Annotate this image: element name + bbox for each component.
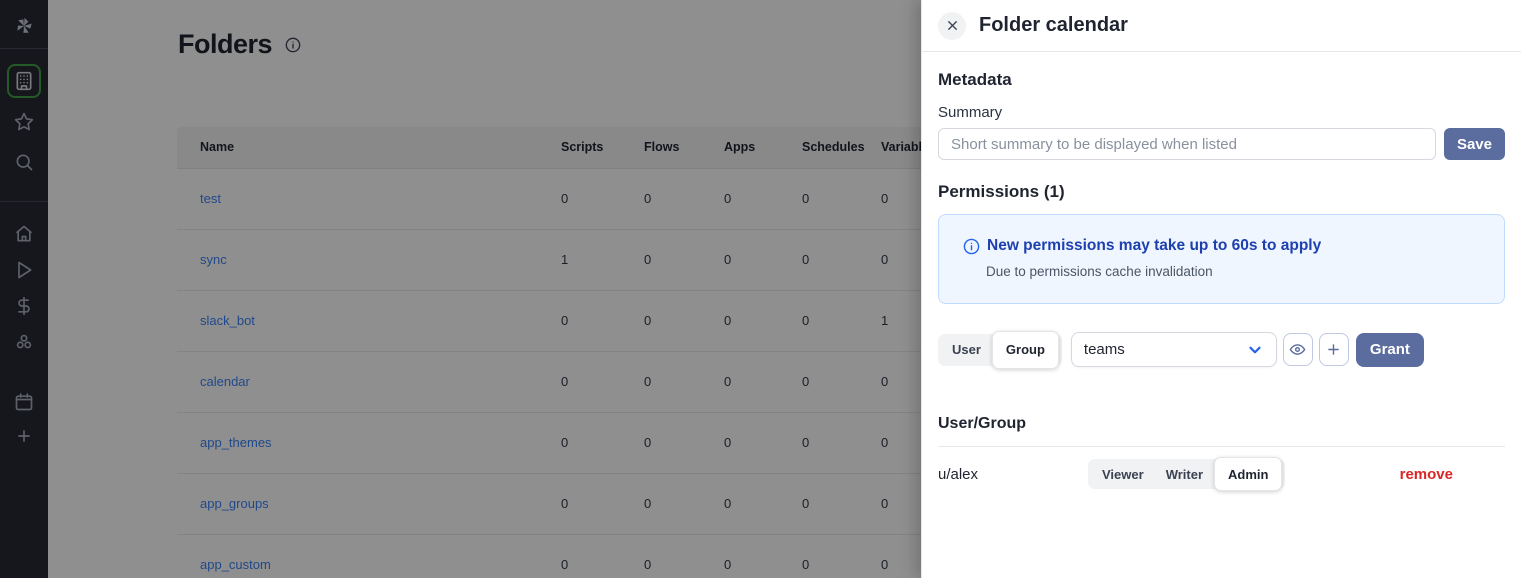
role-toggle: Viewer Writer Admin — [1088, 459, 1285, 489]
grant-row: User Group teams G — [938, 332, 1505, 367]
eye-icon — [1289, 341, 1306, 358]
acl-heading: User/Group — [938, 415, 1505, 433]
acl-entry-row: u/alex Viewer Writer Admin remove — [938, 447, 1505, 501]
metadata-heading: Metadata — [938, 70, 1505, 90]
info-circle-icon — [963, 238, 980, 255]
plus-icon — [1325, 341, 1342, 358]
toggle-group[interactable]: Group — [992, 331, 1059, 369]
add-group-button[interactable] — [1319, 333, 1349, 366]
acl-entry-name: u/alex — [938, 466, 1088, 483]
permissions-alert: New permissions may take up to 60s to ap… — [938, 214, 1505, 304]
permissions-heading: Permissions (1) — [938, 182, 1505, 202]
role-viewer[interactable]: Viewer — [1091, 467, 1155, 482]
drawer-header: Folder calendar — [922, 0, 1521, 52]
save-button[interactable]: Save — [1444, 128, 1505, 160]
remove-link[interactable]: remove — [1400, 466, 1453, 483]
alert-subtitle: Due to permissions cache invalidation — [986, 264, 1480, 279]
toggle-user[interactable]: User — [941, 342, 992, 357]
chevron-down-icon — [1246, 341, 1264, 359]
close-button[interactable] — [938, 12, 966, 40]
preview-permissions-button[interactable] — [1283, 333, 1313, 366]
alert-title: New permissions may take up to 60s to ap… — [987, 237, 1321, 255]
close-icon — [945, 18, 960, 33]
folder-drawer: Folder calendar Metadata Summary Save Pe… — [921, 0, 1521, 578]
summary-input[interactable] — [938, 128, 1436, 160]
role-writer[interactable]: Writer — [1155, 467, 1214, 482]
summary-label: Summary — [938, 104, 1505, 121]
drawer-title: Folder calendar — [979, 14, 1128, 37]
group-select-value: teams — [1084, 341, 1246, 358]
group-select[interactable]: teams — [1071, 332, 1277, 367]
drawer-backdrop[interactable] — [0, 0, 921, 578]
role-admin[interactable]: Admin — [1214, 457, 1282, 491]
grant-button[interactable]: Grant — [1356, 333, 1424, 367]
user-group-toggle: User Group — [938, 334, 1062, 366]
